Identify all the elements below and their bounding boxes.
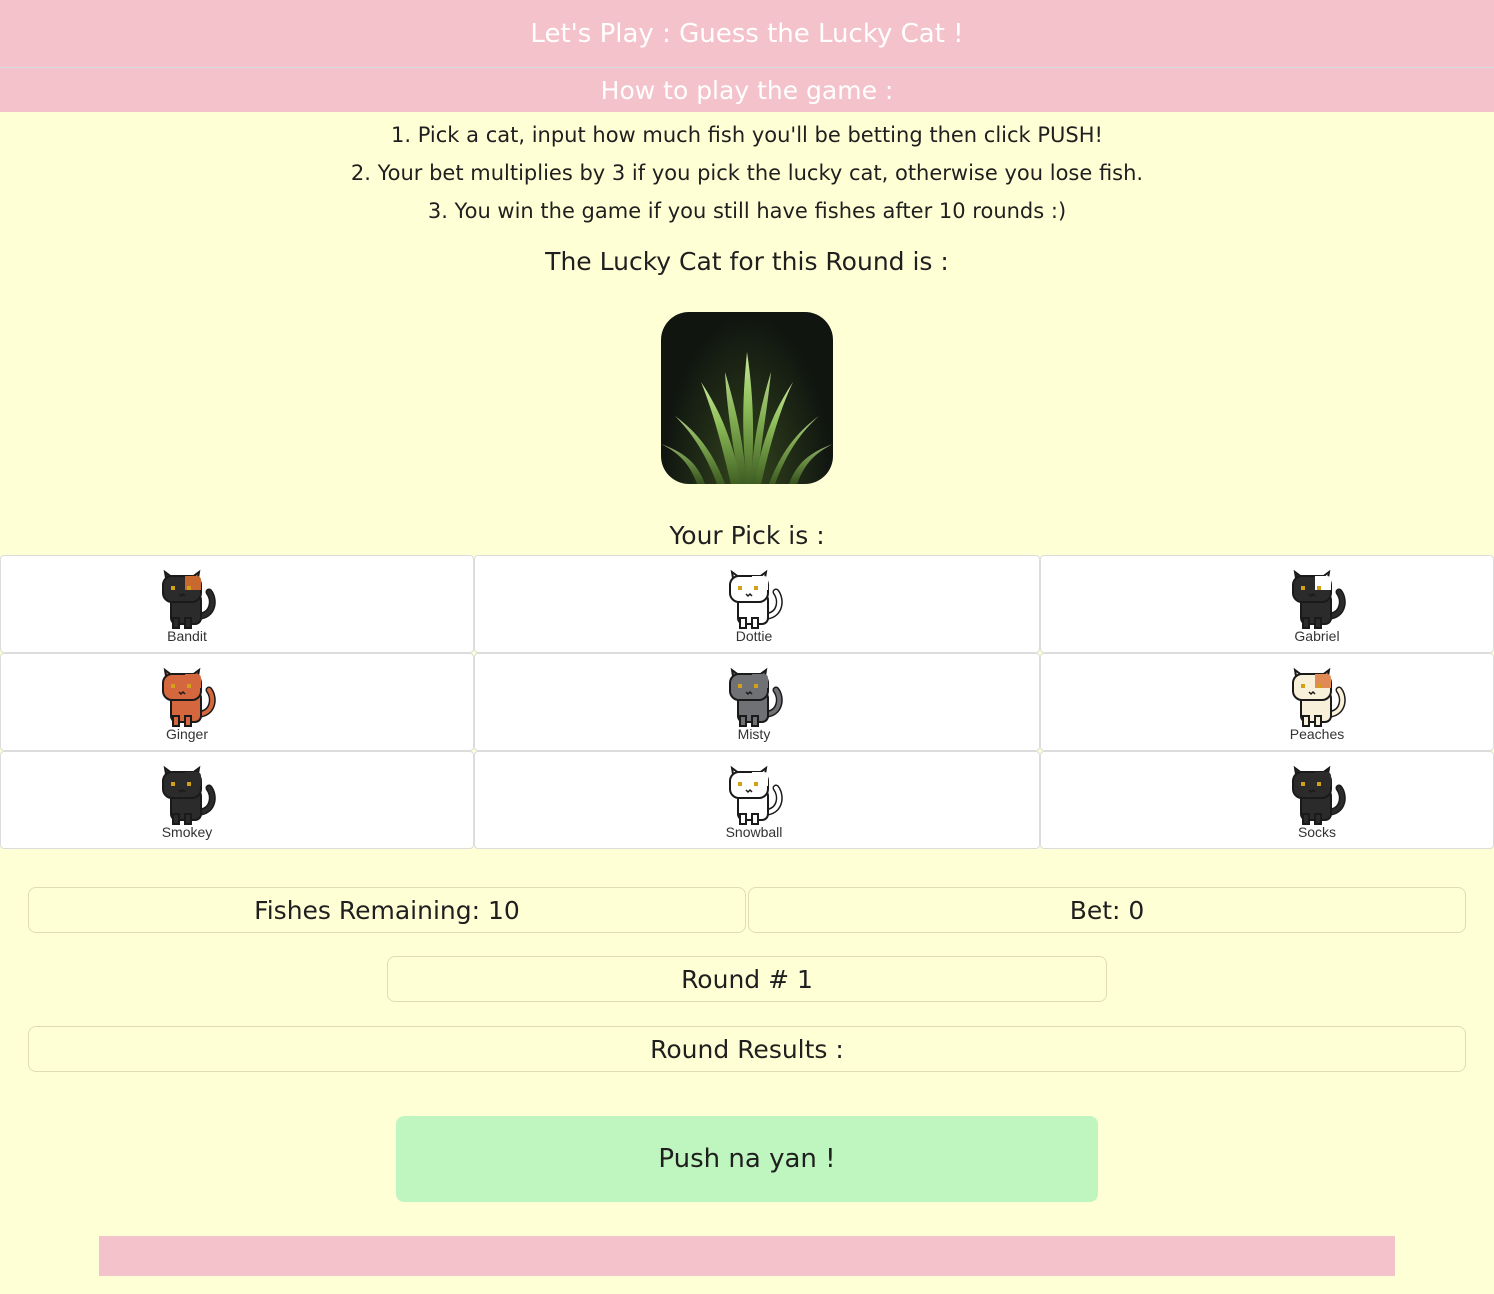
rule-2: 2. Your bet multiplies by 3 if you pick … xyxy=(350,161,1144,185)
cat-option-dottie[interactable]: Dottie xyxy=(474,555,1040,653)
cat-smokey-icon xyxy=(162,765,216,825)
stats-row: Fishes Remaining: 10 Bet: 0 xyxy=(0,887,1494,933)
push-button[interactable]: Push na yan ! xyxy=(396,1116,1098,1202)
bet-display: Bet: 0 xyxy=(748,887,1466,933)
howto-title: How to play the game : xyxy=(600,75,894,105)
cat-bandit-icon xyxy=(162,569,216,629)
round-row: Round # 1 xyxy=(0,956,1494,1002)
cat-option-snowball[interactable]: Snowball xyxy=(474,751,1040,849)
cat-dottie-icon xyxy=(729,569,783,629)
footer-bar xyxy=(99,1236,1395,1276)
rule-3: 3. You win the game if you still have fi… xyxy=(427,199,1067,223)
cat-picker-grid: Bandit Dottie Gabriel Ginger Misty Peaches Smo… xyxy=(0,555,1494,849)
cat-name-label: Dottie xyxy=(735,628,773,644)
cat-snowball-icon xyxy=(729,765,783,825)
cat-gabriel-icon xyxy=(1292,569,1346,629)
game-title: Let's Play : Guess the Lucky Cat ! xyxy=(530,18,964,49)
lucky-cat-title: The Lucky Cat for this Round is : xyxy=(545,247,949,276)
cat-name-label: Snowball xyxy=(725,824,783,840)
cat-name-label: Bandit xyxy=(167,628,207,644)
howto-bar: How to play the game : xyxy=(0,68,1494,112)
game-title-bar: Let's Play : Guess the Lucky Cat ! xyxy=(0,0,1494,68)
results-row: Round Results : xyxy=(0,1026,1494,1072)
fishes-remaining-text: Fishes Remaining: 10 xyxy=(254,895,520,925)
cat-peaches-icon xyxy=(1292,667,1346,727)
grass-icon xyxy=(661,312,833,484)
round-results-text: Round Results : xyxy=(650,1034,844,1064)
cat-name-label: Gabriel xyxy=(1294,628,1340,644)
cat-option-bandit[interactable]: Bandit xyxy=(0,555,474,653)
cat-option-socks[interactable]: Socks xyxy=(1040,751,1494,849)
round-results: Round Results : xyxy=(28,1026,1466,1072)
cat-name-label: Misty xyxy=(737,726,771,742)
cat-name-label: Socks xyxy=(1297,824,1337,840)
round-number-text: Round # 1 xyxy=(681,964,813,994)
cat-name-label: Smokey xyxy=(161,824,213,840)
rules-list: 1. Pick a cat, input how much fish you'l… xyxy=(0,112,1494,230)
cat-ginger-icon xyxy=(162,667,216,727)
your-pick-title: Your Pick is : xyxy=(669,521,825,550)
cat-name-label: Peaches xyxy=(1289,726,1345,742)
cat-option-peaches[interactable]: Peaches xyxy=(1040,653,1494,751)
cat-option-smokey[interactable]: Smokey xyxy=(0,751,474,849)
round-number: Round # 1 xyxy=(387,956,1107,1002)
cat-option-misty[interactable]: Misty xyxy=(474,653,1040,751)
cat-socks-icon xyxy=(1292,765,1346,825)
cat-option-ginger[interactable]: Ginger xyxy=(0,653,474,751)
fishes-remaining: Fishes Remaining: 10 xyxy=(28,887,746,933)
bet-text: Bet: 0 xyxy=(1069,895,1145,925)
cat-misty-icon xyxy=(729,667,783,727)
cat-name-label: Ginger xyxy=(165,726,209,742)
rule-1: 1. Pick a cat, input how much fish you'l… xyxy=(391,123,1103,147)
cat-option-gabriel[interactable]: Gabriel xyxy=(1040,555,1494,653)
